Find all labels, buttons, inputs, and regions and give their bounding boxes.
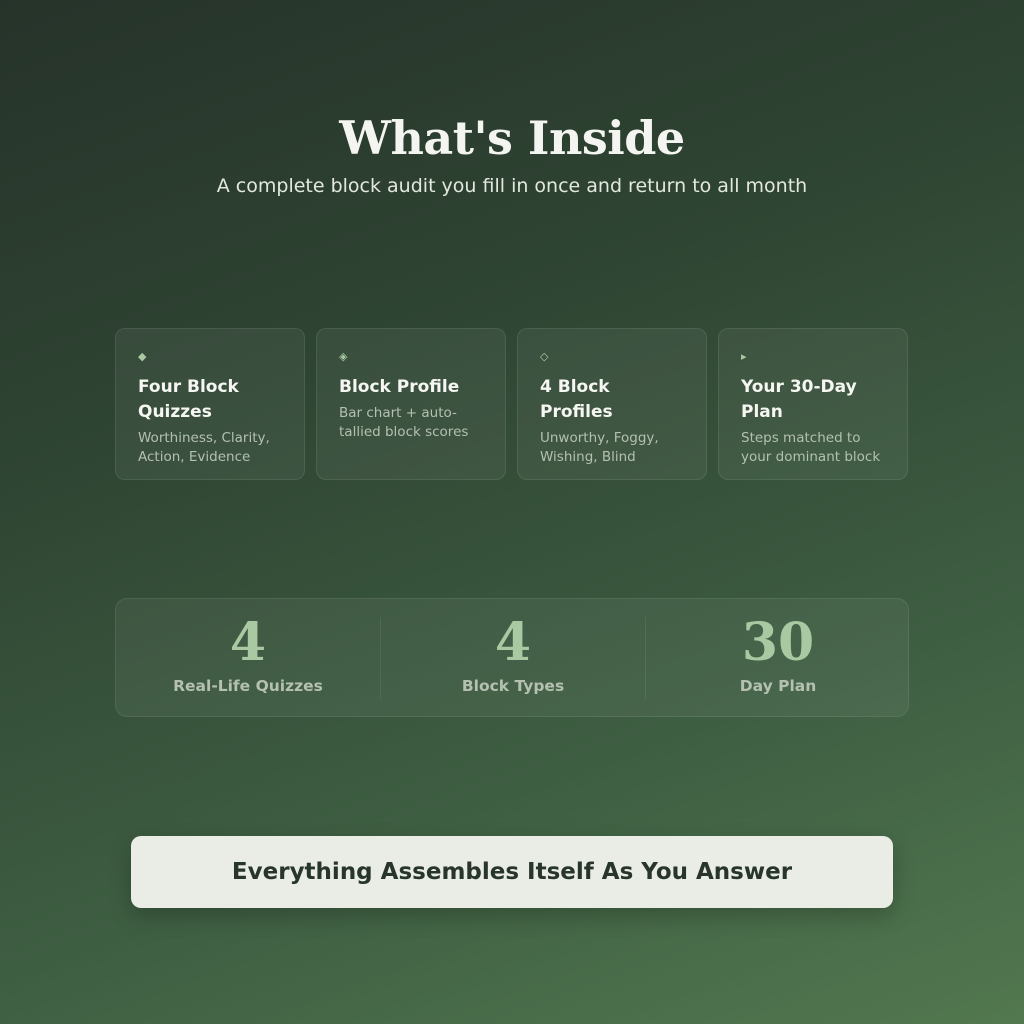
card-title: Four Block Quizzes <box>138 377 239 422</box>
card-block-profile: ◈ Block Profile Bar chart + auto-tallied… <box>316 328 506 480</box>
stat-value: 30 <box>741 612 815 673</box>
stat-label: Day Plan <box>739 677 817 695</box>
solid-diamond-icon: ◆ <box>138 350 147 363</box>
page-title: What's Inside <box>339 111 685 165</box>
card-four-block-quizzes: ◆ Four Block Quizzes Worthiness, Clarity… <box>115 328 305 480</box>
stat-label: Real-Life Quizzes <box>173 677 323 695</box>
card-description: Unworthy, Foggy, Wishing, Blind <box>540 430 659 465</box>
diamond-in-diamond-icon: ◈ <box>339 350 348 363</box>
page-subtitle: A complete block audit you fill in once … <box>216 175 808 197</box>
stat-value: 4 <box>229 612 267 673</box>
card-description: Bar chart + auto-tallied block scores <box>339 405 469 440</box>
card-title: Your 30-Day Plan <box>741 377 857 422</box>
stats-panel: 4 Real-Life Quizzes 4 Block Types 30 Day… <box>115 598 909 717</box>
triangle-right-icon: ▸ <box>741 350 747 363</box>
card-description: Steps matched to your dominant block <box>741 430 881 465</box>
outline-diamond-icon: ◇ <box>540 350 549 363</box>
cta-button[interactable]: Everything Assembles Itself As You Answe… <box>131 836 893 908</box>
card-30-day-plan: ▸ Your 30-Day Plan Steps matched to your… <box>718 328 908 480</box>
stat-value: 4 <box>494 612 532 673</box>
card-title: Block Profile <box>339 377 460 397</box>
stat-quizzes: 4 Real-Life Quizzes <box>116 599 380 718</box>
stat-day-plan: 30 Day Plan <box>646 599 910 718</box>
card-4-block-profiles: ◇ 4 Block Profiles Unworthy, Foggy, Wish… <box>517 328 707 480</box>
stat-label: Block Types <box>461 677 565 695</box>
stat-block-types: 4 Block Types <box>381 599 645 718</box>
card-title: 4 Block Profiles <box>540 377 613 422</box>
feature-cards: ◆ Four Block Quizzes Worthiness, Clarity… <box>115 328 909 480</box>
card-description: Worthiness, Clarity, Action, Evidence <box>138 430 270 465</box>
